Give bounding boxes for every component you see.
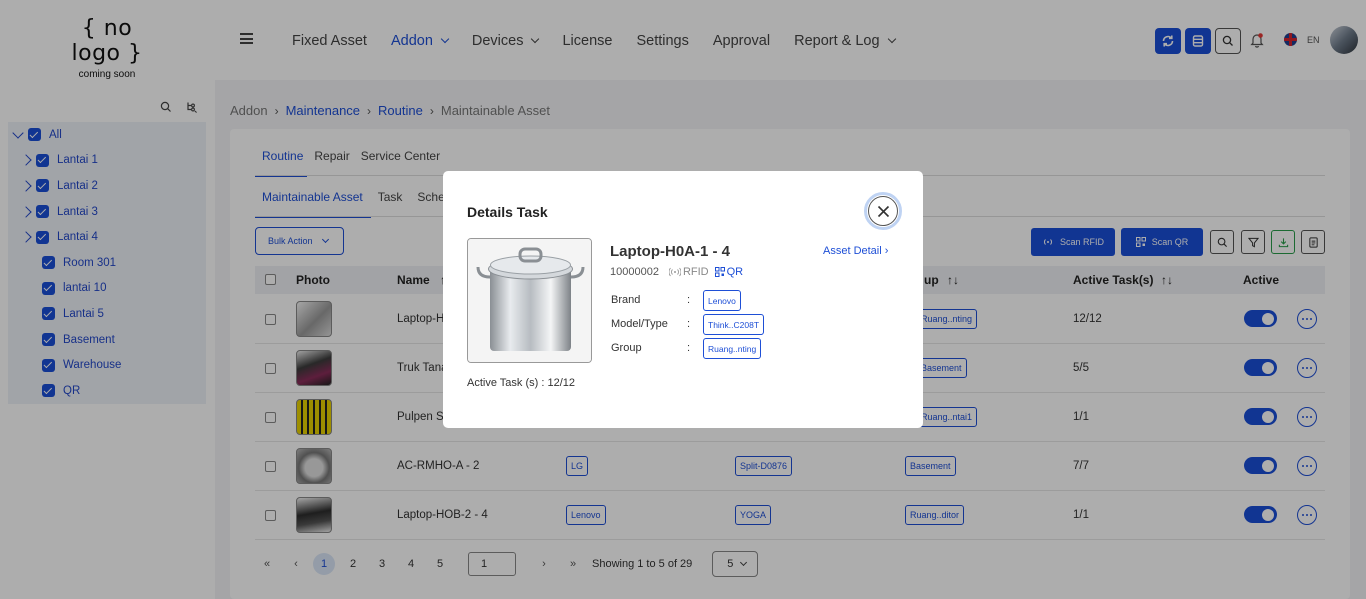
field-colon: :: [687, 318, 691, 330]
group-tag: Ruang..nting: [703, 338, 762, 359]
field-label-brand: Brand: [611, 294, 641, 306]
field-colon: :: [687, 294, 691, 306]
field-label-group: Group: [611, 342, 642, 354]
field-label-model: Model/Type: [611, 318, 668, 330]
rfid-badge: RFID: [668, 266, 709, 278]
brand-tag: Lenovo: [703, 290, 741, 311]
active-task-label: Active Task (s) :: [467, 377, 545, 389]
qr-icon: [714, 267, 725, 277]
asset-code-row: 10000002 RFID QR: [610, 266, 743, 278]
asset-detail-link[interactable]: Asset Detail ›: [823, 245, 888, 257]
asset-code: 10000002: [610, 266, 659, 278]
asset-image: [467, 238, 592, 363]
details-task-modal: Details Task Laptop-H0A-1 - 4 10000002 R…: [443, 171, 923, 428]
model-tag: Think..C208T: [703, 314, 765, 335]
asset-name: Laptop-H0A-1 - 4: [610, 243, 730, 260]
qr-badge: QR: [714, 266, 743, 278]
field-colon: :: [687, 342, 691, 354]
modal-title: Details Task: [467, 204, 548, 220]
rfid-icon: [668, 267, 681, 277]
active-task-summary: Active Task (s) : 12/12: [467, 377, 575, 389]
close-icon: [877, 205, 889, 217]
active-task-value: 12/12: [547, 377, 576, 389]
close-button[interactable]: [864, 192, 902, 230]
